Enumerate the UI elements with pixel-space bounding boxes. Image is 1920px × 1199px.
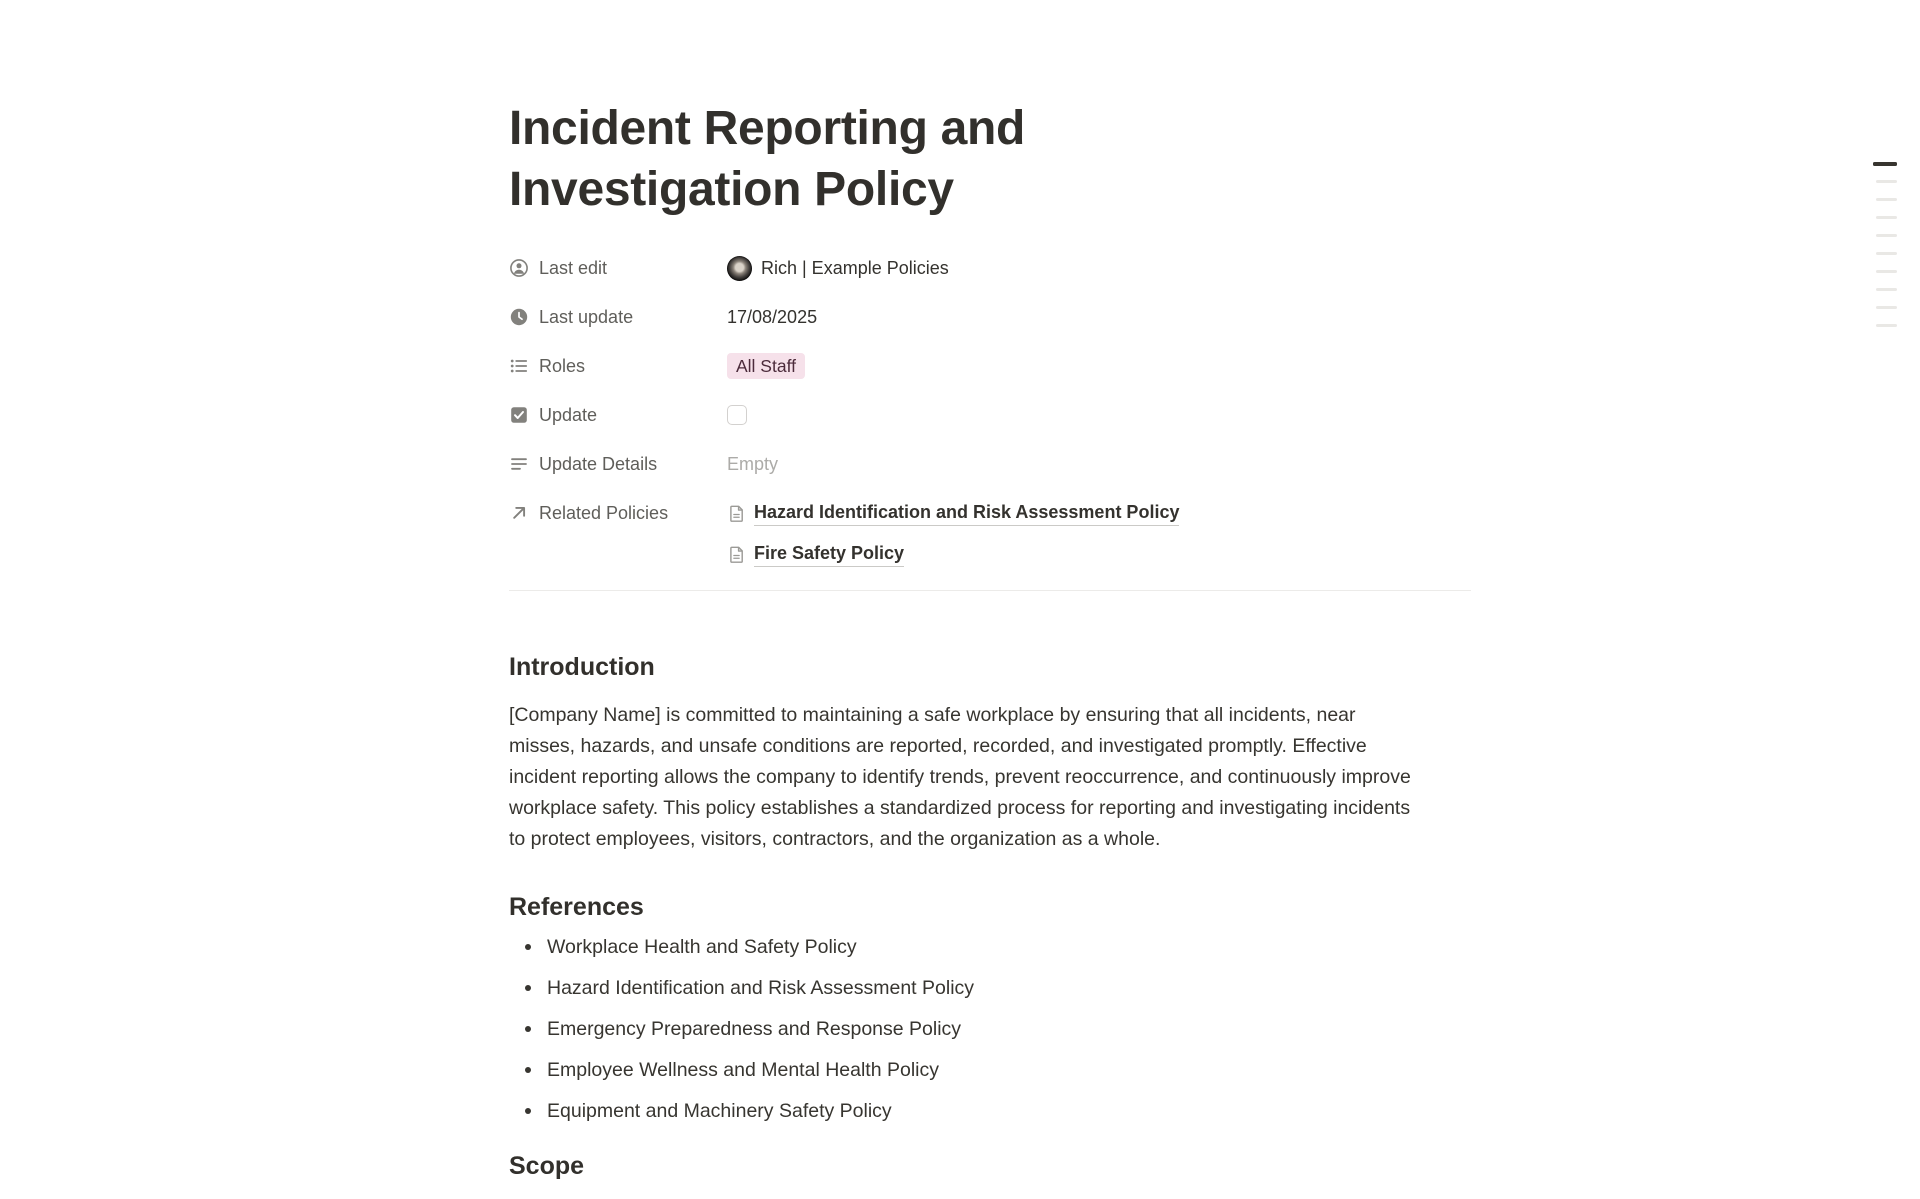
property-label-roles[interactable]: Roles xyxy=(509,353,727,379)
page-content: Incident Reporting and Investigation Pol… xyxy=(509,0,1471,1183)
property-value-last-update[interactable]: 17/08/2025 xyxy=(727,304,817,330)
user-avatar xyxy=(727,255,752,281)
property-name: Related Policies xyxy=(539,503,669,523)
roles-tag[interactable]: All Staff xyxy=(727,353,805,379)
page-title[interactable]: Incident Reporting and Investigation Pol… xyxy=(509,98,1209,220)
property-row-update[interactable]: Update xyxy=(509,402,1471,428)
clock-icon xyxy=(509,307,529,327)
toc-bar[interactable] xyxy=(1876,288,1897,291)
property-row-last-edit[interactable]: Last edit Rich | Example Policies xyxy=(509,255,1471,281)
empty-placeholder: Empty xyxy=(727,454,779,474)
text-lines-icon xyxy=(509,454,529,474)
heading-scope[interactable]: Scope xyxy=(509,1150,1471,1183)
person-circle-icon xyxy=(509,258,529,278)
date-value: 17/08/2025 xyxy=(727,307,818,327)
page-icon xyxy=(727,545,746,564)
toc-bar[interactable] xyxy=(1876,180,1897,183)
property-value-last-edit[interactable]: Rich | Example Policies xyxy=(727,255,949,281)
list-item[interactable]: Hazard Identification and Risk Assessmen… xyxy=(509,975,1471,1001)
toc-bar-active[interactable] xyxy=(1873,162,1897,166)
property-value-update-details[interactable]: Empty xyxy=(727,451,778,477)
toc-bar[interactable] xyxy=(1876,270,1897,273)
property-name: Update Details xyxy=(539,454,658,474)
bulleted-list-icon xyxy=(509,356,529,376)
references-list: Workplace Health and Safety Policy Hazar… xyxy=(509,934,1471,1124)
list-item[interactable]: Equipment and Machinery Safety Policy xyxy=(509,1098,1471,1124)
toc-bar[interactable] xyxy=(1876,324,1897,327)
user-name: Rich | Example Policies xyxy=(761,258,949,278)
property-label-update-details[interactable]: Update Details xyxy=(509,451,727,477)
property-label-last-edit[interactable]: Last edit xyxy=(509,255,727,281)
section-divider xyxy=(509,590,1471,591)
list-item[interactable]: Employee Wellness and Mental Health Poli… xyxy=(509,1057,1471,1083)
property-name: Last update xyxy=(539,307,634,327)
property-row-roles[interactable]: Roles All Staff xyxy=(509,353,1471,379)
properties-panel: Last edit Rich | Example Policies Last u… xyxy=(509,255,1471,567)
toc-bar[interactable] xyxy=(1876,216,1897,219)
property-value-update xyxy=(727,405,747,425)
checkbox-icon xyxy=(509,405,529,425)
related-policy-link-label[interactable]: Fire Safety Policy xyxy=(754,541,905,567)
related-policy-links: Hazard Identification and Risk Assessmen… xyxy=(727,500,1180,567)
related-policy-link[interactable]: Fire Safety Policy xyxy=(727,541,1179,567)
property-label-last-update[interactable]: Last update xyxy=(509,304,727,330)
toc-indicator[interactable] xyxy=(1873,162,1897,342)
toc-bar[interactable] xyxy=(1876,198,1897,201)
property-name: Update xyxy=(539,405,598,425)
toc-bar[interactable] xyxy=(1876,252,1897,255)
property-name: Roles xyxy=(539,356,586,376)
arrow-up-right-icon xyxy=(509,503,529,523)
notion-page: { "doc": { "title": "Incident Reporting … xyxy=(0,0,1920,1199)
property-value-roles[interactable]: All Staff xyxy=(727,353,805,379)
heading-references[interactable]: References xyxy=(509,891,1471,924)
property-name: Last edit xyxy=(539,258,608,278)
update-checkbox[interactable] xyxy=(727,405,747,425)
introduction-paragraph[interactable]: [Company Name] is committed to maintaini… xyxy=(509,700,1424,855)
property-row-last-update[interactable]: Last update 17/08/2025 xyxy=(509,304,1471,330)
toc-bar[interactable] xyxy=(1876,234,1897,237)
property-label-related-policies[interactable]: Related Policies xyxy=(509,500,727,526)
list-item[interactable]: Emergency Preparedness and Response Poli… xyxy=(509,1016,1471,1042)
property-value-related-policies: Hazard Identification and Risk Assessmen… xyxy=(727,500,1180,567)
related-policy-link[interactable]: Hazard Identification and Risk Assessmen… xyxy=(727,500,1180,526)
toc-bar[interactable] xyxy=(1876,306,1897,309)
related-policy-link-label[interactable]: Hazard Identification and Risk Assessmen… xyxy=(754,500,1180,526)
property-label-update[interactable]: Update xyxy=(509,402,727,428)
property-row-update-details[interactable]: Update Details Empty xyxy=(509,451,1471,477)
list-item[interactable]: Workplace Health and Safety Policy xyxy=(509,934,1471,960)
property-row-related-policies[interactable]: Related Policies Hazard Identification a… xyxy=(509,500,1471,567)
heading-introduction[interactable]: Introduction xyxy=(509,651,1471,684)
page-icon xyxy=(727,504,746,523)
